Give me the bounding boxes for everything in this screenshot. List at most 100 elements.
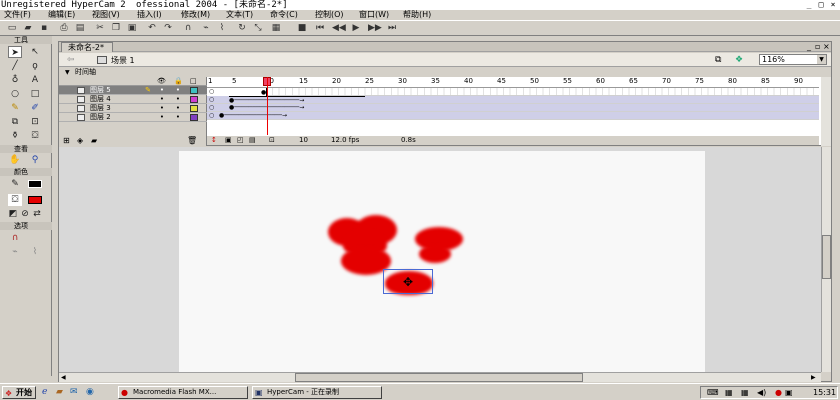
add-folder-icon[interactable]: ▰ (91, 136, 97, 146)
new-file-icon[interactable]: ▭ (6, 23, 18, 34)
visibility-dot[interactable]: • (159, 104, 165, 113)
scroll-thumb[interactable] (822, 235, 831, 279)
go-to-end-icon[interactable]: ⏭ (386, 23, 398, 34)
media-icon[interactable]: ◉ (86, 387, 94, 397)
scroll-left-icon[interactable]: ◀ (59, 373, 66, 382)
visibility-dot[interactable]: • (159, 86, 165, 95)
stage-horizontal-scrollbar[interactable]: ◀ ▶ (59, 372, 821, 382)
lock-dot[interactable]: • (175, 113, 181, 122)
keyframe-marker[interactable]: ○ (207, 112, 214, 120)
keyframe-marker[interactable]: ● (261, 89, 266, 96)
add-layer-icon[interactable]: ⊞ (63, 136, 70, 146)
fill-color-swatch[interactable] (28, 196, 42, 204)
frame-row-layer-3[interactable]: ○ ●──────────────────→ (207, 104, 819, 112)
pen-tool-icon[interactable]: ♁ (8, 74, 22, 86)
close-button[interactable]: × (828, 0, 838, 9)
free-transform-tool-icon[interactable]: ⧉ (8, 116, 22, 128)
smooth-option-icon[interactable]: ⌁ (8, 246, 22, 258)
step-back-icon[interactable]: ◀◀ (332, 23, 346, 34)
undo-icon[interactable]: ↶ (146, 23, 158, 34)
step-forward-icon[interactable]: ▶▶ (368, 23, 382, 34)
scale-icon[interactable]: ⤡ (252, 23, 264, 34)
motion-tween-span[interactable]: ●──────────────────→ (229, 96, 365, 104)
minimize-button[interactable]: _ (804, 0, 814, 9)
menu-edit[interactable]: 编辑(E) (48, 10, 75, 20)
layer-row[interactable]: 图层 2 • • (59, 113, 207, 122)
rotate-icon[interactable]: ↻ (236, 23, 248, 34)
lasso-tool-icon[interactable]: ϙ (28, 60, 42, 72)
frame-row-layer-5[interactable]: ○ ● (207, 88, 819, 96)
doc-restore-icon[interactable]: ▫ (815, 42, 820, 51)
open-folder-icon[interactable]: ▰ (22, 23, 34, 34)
keyframe-marker[interactable]: ○ (207, 96, 214, 104)
straighten-option-icon[interactable]: ⌇ (28, 246, 42, 258)
align-icon[interactable]: ▦ (270, 23, 282, 34)
scroll-thumb[interactable] (295, 373, 583, 382)
paint-bucket-tool-icon[interactable]: ⛋ (28, 130, 42, 142)
back-arrow-icon[interactable]: ⇦ (67, 55, 75, 65)
task-hypercam[interactable]: ▣ HyperCam - 正在录制 (252, 386, 382, 399)
outline-color-swatch[interactable] (190, 96, 198, 103)
lock-dot[interactable]: • (175, 104, 181, 113)
add-guide-layer-icon[interactable]: ◈ (77, 136, 83, 146)
rewind-icon[interactable]: ⏮ (314, 23, 326, 34)
frame-row-layer-4[interactable]: ○ ●──────────────────→ (207, 96, 819, 104)
copy-icon[interactable]: ❐ (110, 23, 122, 34)
brush-tool-icon[interactable]: ✐ (28, 102, 42, 114)
visibility-dot[interactable]: • (159, 95, 165, 104)
paste-icon[interactable]: ▣ (126, 23, 138, 34)
zoom-tool-icon[interactable]: ⚲ (28, 154, 42, 166)
menu-modify[interactable]: 修改(M) (181, 10, 210, 20)
outline-icon[interactable]: □ (190, 77, 197, 86)
rectangle-tool-icon[interactable]: □ (28, 88, 42, 100)
ink-bottle-tool-icon[interactable]: ⚱ (8, 130, 22, 142)
visibility-dot[interactable]: • (159, 113, 165, 122)
menu-help[interactable]: 帮助(H) (403, 10, 431, 20)
folder-icon[interactable]: ▰ (56, 387, 63, 397)
swap-colors-icon[interactable]: ⇄ (30, 208, 44, 220)
straighten-icon[interactable]: ⌇ (216, 23, 228, 34)
layer-row[interactable]: 图层 3 • • (59, 104, 207, 113)
motion-tween-span[interactable]: ●────────────────→ (219, 112, 337, 120)
zoom-select[interactable]: 116% ▼ (759, 54, 827, 65)
outlook-icon[interactable]: ✉ (70, 387, 78, 397)
maximize-button[interactable]: □ (816, 0, 826, 9)
display-icon[interactable]: ▣ (785, 387, 793, 398)
heart-shape[interactable] (419, 245, 451, 263)
fill-transform-tool-icon[interactable]: ⊡ (28, 116, 42, 128)
ie-icon[interactable]: ℯ (42, 387, 47, 397)
line-tool-icon[interactable]: ╱ (8, 60, 22, 72)
layer-row[interactable]: 图层 5 ✎ • • (59, 86, 207, 95)
frame-row-layer-2[interactable]: ○ ●────────────────→ (207, 112, 819, 120)
text-tool-icon[interactable]: A (28, 74, 42, 86)
delete-layer-icon[interactable]: 🗑 (187, 136, 197, 146)
frame-ruler[interactable]: 1 5 10 15 20 25 30 35 40 45 50 55 60 65 … (207, 77, 819, 88)
edit-multiple-icon[interactable]: ▤ (249, 136, 256, 145)
subselect-tool-icon[interactable]: ↖ (28, 46, 42, 58)
stop-icon[interactable]: ■ (296, 23, 308, 34)
arrow-tool-icon[interactable]: ➤ (8, 46, 22, 58)
menu-file[interactable]: 文件(F) (4, 10, 31, 20)
doc-close-icon[interactable]: × (823, 42, 830, 51)
outline-color-swatch[interactable] (190, 87, 198, 94)
start-button[interactable]: ❖ 开始 (2, 386, 36, 399)
document-tab[interactable]: 未命名-2* (61, 42, 113, 52)
stroke-color-swatch[interactable] (28, 180, 42, 188)
task-flash[interactable]: ● Macromedia Flash MX... (118, 386, 248, 399)
print-icon[interactable]: ⎙ (58, 23, 70, 34)
outline-color-swatch[interactable] (190, 105, 198, 112)
print-preview-icon[interactable]: ▤ (74, 23, 86, 34)
menu-commands[interactable]: 命令(C) (270, 10, 298, 20)
timeline-header[interactable]: ▼ 时间轴 (59, 68, 831, 77)
eye-icon[interactable]: 👁 (157, 77, 166, 86)
playhead[interactable] (267, 77, 268, 135)
menu-insert[interactable]: 插入(I) (137, 10, 162, 20)
cut-icon[interactable]: ✂ (94, 23, 106, 34)
edit-scene-icon[interactable]: ⧉ (715, 55, 721, 65)
motion-tween-span[interactable]: ●──────────────────→ (229, 104, 365, 112)
onion-markers-icon[interactable]: ⊡ (269, 136, 275, 145)
redo-icon[interactable]: ↷ (162, 23, 174, 34)
lock-icon[interactable]: 🔒 (174, 77, 183, 86)
play-icon[interactable]: ▶ (350, 23, 362, 34)
snap-magnet-icon[interactable]: ∩ (182, 23, 194, 34)
